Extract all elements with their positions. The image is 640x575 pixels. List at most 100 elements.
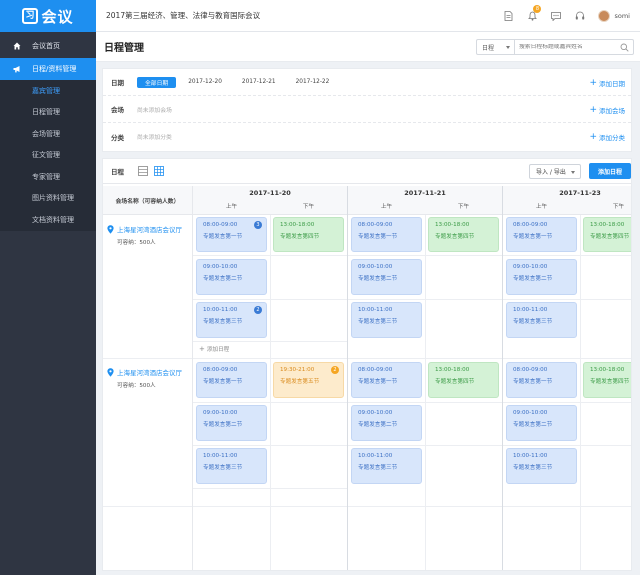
event-name: 专题发言第三节	[358, 319, 398, 325]
event-name: 专题发言第四节	[280, 234, 320, 240]
venue-name[interactable]: 上海星河湾酒店会议厅	[103, 224, 193, 234]
event-card[interactable]: 09:00-10:00 专题发言第二节	[196, 259, 267, 295]
sidebar-item-schedule[interactable]: 日程/资料管理	[0, 58, 96, 80]
logo[interactable]: 习 会议	[0, 0, 96, 32]
half-divider	[580, 215, 581, 570]
event-card[interactable]: 10:00-11:00 专题发言第三节	[351, 302, 422, 338]
import-export-label: 导入 / 导出	[536, 169, 566, 176]
event-time: 10:00-11:00	[513, 453, 548, 459]
event-name: 专题发言第一节	[358, 234, 398, 240]
event-card[interactable]: 13:00-18:00 专题发言第四节	[583, 362, 631, 398]
am-label: 上午	[380, 204, 393, 210]
app-root: 习 会议 会议首页 日程/资料管理 嘉宾管理 日程管理 会场管理 征文管理 专家…	[0, 0, 640, 575]
event-time: 08:00-09:00	[358, 367, 393, 373]
event-card[interactable]: 10:00-11:00 专题发言第三节	[351, 448, 422, 484]
slot-divider	[193, 341, 347, 342]
search-icon[interactable]	[620, 43, 629, 52]
sidebar-subitem-venues[interactable]: 会场管理	[0, 123, 96, 145]
slot-divider	[503, 402, 631, 403]
sidebar-subitem-guests[interactable]: 嘉宾管理	[0, 80, 96, 102]
event-time: 10:00-11:00	[358, 307, 393, 313]
event-card[interactable]: 10:00-11:00 专题发言第三节 2	[196, 302, 267, 338]
event-card[interactable]: 09:00-10:00 专题发言第二节	[351, 259, 422, 295]
date-option[interactable]: 2017-12-22	[288, 77, 338, 88]
add-schedule-button[interactable]: 添加日程	[589, 163, 631, 179]
event-card[interactable]: 09:00-10:00 专题发言第二节	[351, 405, 422, 441]
message-icon[interactable]	[544, 6, 568, 26]
date-option-all[interactable]: 全部日期	[137, 76, 177, 88]
slot-divider	[348, 255, 502, 256]
search-input[interactable]	[515, 44, 619, 50]
event-time: 08:00-09:00	[513, 367, 548, 373]
filter-label: 日期	[111, 79, 124, 87]
event-card[interactable]: 10:00-11:00 专题发言第三节	[196, 448, 267, 484]
add-category-button[interactable]: + 添加分类	[589, 132, 625, 143]
event-card[interactable]: 13:00-18:00 专题发言第四节	[428, 217, 499, 252]
megaphone-icon	[13, 65, 21, 73]
event-card[interactable]: 13:00-18:00 专题发言第四节	[583, 217, 631, 252]
list-view-icon[interactable]	[138, 166, 148, 176]
bell-icon[interactable]: 8	[520, 5, 544, 26]
event-card[interactable]: 19:30-21:00 专题发言第五节 2	[273, 362, 344, 398]
event-time: 13:00-18:00	[435, 367, 470, 373]
date-option[interactable]: 2017-12-20	[180, 77, 230, 88]
event-name: 专题发言第三节	[513, 319, 553, 325]
event-name: 专题发言第一节	[358, 379, 398, 385]
row-divider	[103, 506, 192, 507]
add-date-label: 添加日期	[599, 80, 625, 88]
pm-label: 下午	[612, 204, 625, 210]
add-venue-button[interactable]: + 添加会场	[589, 105, 625, 116]
sidebar-subitem-papers[interactable]: 征文管理	[0, 145, 96, 167]
logo-text: 会议	[41, 7, 74, 26]
sidebar-subitem-experts[interactable]: 专家管理	[0, 166, 96, 188]
event-name: 专题发言第三节	[203, 465, 243, 471]
add-date-button[interactable]: + 添加日期	[589, 78, 625, 89]
search-type-select[interactable]: 日程	[477, 40, 515, 54]
event-card[interactable]: 10:00-11:00 专题发言第三节	[506, 302, 577, 338]
grid-view-icon[interactable]	[154, 166, 164, 176]
event-card[interactable]: 13:00-18:00 专题发言第四节	[273, 217, 344, 252]
event-card[interactable]: 08:00-09:00 专题发言第一节	[196, 362, 267, 398]
filter-hint: 尚未添加分类	[137, 135, 172, 141]
event-card[interactable]: 13:00-18:00 专题发言第四节	[428, 362, 499, 398]
filter-panel: 日期 全部日期 2017-12-20 2017-12-21 2017-12-22…	[102, 68, 632, 152]
add-schedule-row[interactable]: + 添加日程	[199, 345, 229, 354]
day-date: 2017-11-20	[249, 189, 291, 197]
day-column: 2017-11-20 上午 下午 08:00-09:00 专题发言第一节 3 1…	[193, 186, 348, 570]
sidebar-subitem-schedule[interactable]: 日程管理	[0, 102, 96, 124]
sidebar-subitem-images[interactable]: 图片资料管理	[0, 188, 96, 210]
event-card[interactable]: 09:00-10:00 专题发言第二节	[196, 405, 267, 441]
sidebar-subitem-documents[interactable]: 文档资料管理	[0, 209, 96, 231]
event-card[interactable]: 10:00-11:00 专题发言第三节	[506, 448, 577, 484]
logo-mark: 习	[22, 8, 39, 24]
import-export-dropdown[interactable]: 导入 / 导出	[529, 164, 581, 179]
venue-name[interactable]: 上海星河湾酒店会议厅	[103, 367, 193, 377]
event-card[interactable]: 08:00-09:00 专题发言第一节	[351, 217, 422, 252]
avatar[interactable]	[598, 10, 611, 22]
event-card[interactable]: 08:00-09:00 专题发言第一节 3	[196, 217, 267, 252]
event-card[interactable]: 08:00-09:00 专题发言第一节	[506, 217, 577, 252]
event-card[interactable]: 08:00-09:00 专题发言第一节	[351, 362, 422, 398]
slot-divider	[193, 488, 347, 489]
document-icon[interactable]	[496, 6, 520, 26]
event-time: 09:00-10:00	[513, 264, 548, 270]
venue-name-text: 上海星河湾酒店会议厅	[117, 226, 182, 234]
schedule-label: 日程	[111, 168, 124, 176]
filter-label: 会场	[111, 106, 124, 114]
event-card[interactable]: 09:00-10:00 专题发言第二节	[506, 405, 577, 441]
day-column: 2017-11-23 上午 下午 08:00-09:00 专题发言第一节 13:0…	[503, 186, 631, 570]
half-divider	[425, 215, 426, 570]
sidebar-item-label: 日程/资料管理	[32, 65, 77, 73]
date-option[interactable]: 2017-12-21	[234, 77, 284, 88]
event-name: 专题发言第二节	[513, 422, 553, 428]
event-name: 专题发言第三节	[358, 465, 398, 471]
headset-icon[interactable]	[568, 6, 592, 26]
venue-capacity: 可容纳：500人	[117, 240, 156, 246]
event-card[interactable]: 08:00-09:00 专题发言第一节	[506, 362, 577, 398]
username[interactable]: somi	[614, 12, 630, 20]
pm-label: 下午	[457, 204, 470, 210]
event-card[interactable]: 09:00-10:00 专题发言第二节	[506, 259, 577, 295]
sidebar-item-label: 会议首页	[32, 42, 60, 50]
sidebar-item-home[interactable]: 会议首页	[0, 34, 96, 58]
event-name: 专题发言第二节	[358, 276, 398, 282]
